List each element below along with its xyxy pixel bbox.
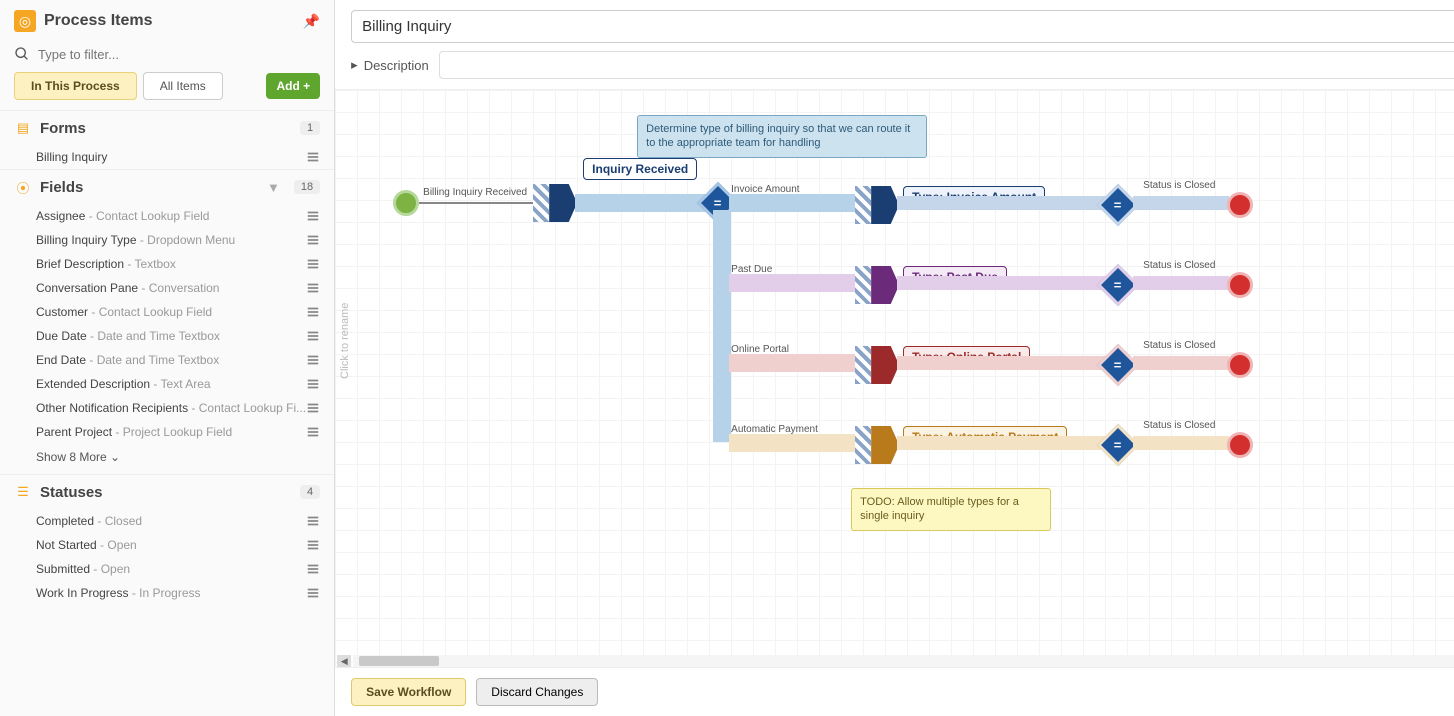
list-item[interactable]: Other Notification Recipients - Contact … (0, 396, 334, 420)
branch-edge-label: Invoice Amount (731, 184, 799, 195)
horizontal-scrollbar[interactable]: ◀ ▶ (353, 655, 1454, 667)
main-area: Workflow Options ? Help ▸ Description Cl… (335, 0, 1454, 716)
pin-icon[interactable]: 📌 (303, 13, 320, 30)
list-item[interactable]: End Date - Date and Time Textbox (0, 348, 334, 372)
reorder-icon[interactable] (306, 538, 320, 552)
scroll-thumb-h[interactable] (359, 656, 439, 666)
end-section-marker[interactable] (855, 346, 871, 384)
list-item[interactable]: Extended Description - Text Area (0, 372, 334, 396)
reorder-icon[interactable] (306, 329, 320, 343)
end-section-marker[interactable] (855, 266, 871, 304)
list-item[interactable]: Billing Inquiry (0, 145, 334, 169)
reorder-icon[interactable] (306, 257, 320, 271)
note-todo[interactable]: TODO: Allow multiple types for a single … (851, 488, 1051, 531)
reorder-icon[interactable] (306, 401, 320, 415)
status-label: Status is Closed (1143, 340, 1203, 351)
note-routing[interactable]: Determine type of billing inquiry so tha… (637, 115, 927, 158)
status-label: Status is Closed (1143, 180, 1203, 191)
add-button[interactable]: Add + (266, 73, 320, 99)
start-section-branch[interactable] (871, 426, 899, 464)
workflow-title-input[interactable] (351, 10, 1454, 43)
reorder-icon[interactable] (306, 150, 320, 164)
end-section-marker[interactable] (855, 426, 871, 464)
inquiry-received-label[interactable]: Inquiry Received (583, 158, 697, 180)
exit-node[interactable] (1227, 272, 1253, 298)
triangle-right-icon: ▸ (351, 57, 358, 73)
filter-input[interactable] (38, 47, 320, 62)
tab-all-items[interactable]: All Items (143, 72, 223, 100)
list-item[interactable]: Work In Progress - In Progress (0, 581, 334, 605)
scroll-left-icon[interactable]: ◀ (337, 655, 351, 667)
list-item[interactable]: Customer - Contact Lookup Field (0, 300, 334, 324)
reorder-icon[interactable] (306, 281, 320, 295)
sidebar-title: Process Items (44, 12, 295, 30)
description-label: Description (364, 58, 429, 73)
exit-node[interactable] (1227, 192, 1253, 218)
list-item[interactable]: Not Started - Open (0, 533, 334, 557)
filter-icon[interactable]: ▼ (267, 180, 280, 195)
forms-count-badge: 1 (300, 121, 320, 135)
fields-count-badge: 18 (294, 180, 320, 194)
reorder-icon[interactable] (306, 233, 320, 247)
start-edge-label: Billing Inquiry Received (423, 187, 527, 198)
end-section-marker[interactable] (855, 186, 871, 224)
branch-edge-label: Automatic Payment (731, 424, 818, 435)
branch-edge-label: Past Due (731, 264, 772, 275)
reorder-icon[interactable] (306, 562, 320, 576)
list-item[interactable]: Submitted - Open (0, 557, 334, 581)
reorder-icon[interactable] (306, 305, 320, 319)
sidebar: ◎ Process Items 📌 In This Process All It… (0, 0, 335, 716)
start-section-branch[interactable] (871, 266, 899, 304)
reorder-icon[interactable] (306, 425, 320, 439)
reorder-icon[interactable] (306, 209, 320, 223)
statuses-count-badge: 4 (300, 485, 320, 499)
start-section-branch[interactable] (871, 186, 899, 224)
reorder-icon[interactable] (306, 586, 320, 600)
start-node[interactable] (393, 190, 419, 216)
tab-in-this-process[interactable]: In This Process (14, 72, 137, 100)
chevron-down-icon: ⌄ (110, 450, 120, 464)
fields-heading: Fields (40, 179, 259, 196)
show-more-fields[interactable]: Show 8 More ⌄ (0, 444, 334, 474)
list-item[interactable]: Brief Description - Textbox (0, 252, 334, 276)
start-section-branch[interactable] (871, 346, 899, 384)
list-item[interactable]: Assignee - Contact Lookup Field (0, 204, 334, 228)
fields-icon: ⦿ (14, 178, 32, 196)
forms-heading: Forms (40, 120, 292, 137)
description-toggle[interactable]: ▸ Description (351, 57, 429, 73)
workflow-canvas[interactable]: Click to rename Determine type of billin… (335, 90, 1454, 667)
start-section-inquiry[interactable] (549, 184, 577, 222)
end-section-marker-0[interactable] (533, 184, 549, 222)
statuses-icon: ☰ (14, 483, 32, 501)
exit-node[interactable] (1227, 432, 1253, 458)
list-item[interactable]: Parent Project - Project Lookup Field (0, 420, 334, 444)
status-label: Status is Closed (1143, 420, 1203, 431)
forms-section-header[interactable]: ▤ Forms 1 (0, 110, 334, 145)
save-workflow-button[interactable]: Save Workflow (351, 678, 466, 706)
exit-node[interactable] (1227, 352, 1253, 378)
list-item[interactable]: Conversation Pane - Conversation (0, 276, 334, 300)
status-label: Status is Closed (1143, 260, 1203, 271)
fields-section-header[interactable]: ⦿ Fields ▼ 18 (0, 169, 334, 204)
app-logo-icon: ◎ (14, 10, 36, 32)
search-icon (14, 46, 30, 62)
branch-edge-label: Online Portal (731, 344, 789, 355)
forms-icon: ▤ (14, 119, 32, 137)
reorder-icon[interactable] (306, 514, 320, 528)
list-item[interactable]: Completed - Closed (0, 509, 334, 533)
statuses-section-header[interactable]: ☰ Statuses 4 (0, 474, 334, 509)
reorder-icon[interactable] (306, 353, 320, 367)
discard-changes-button[interactable]: Discard Changes (476, 678, 598, 706)
description-field[interactable] (439, 51, 1454, 79)
list-item[interactable]: Due Date - Date and Time Textbox (0, 324, 334, 348)
list-item[interactable]: Billing Inquiry Type - Dropdown Menu (0, 228, 334, 252)
statuses-heading: Statuses (40, 484, 292, 501)
reorder-icon[interactable] (306, 377, 320, 391)
